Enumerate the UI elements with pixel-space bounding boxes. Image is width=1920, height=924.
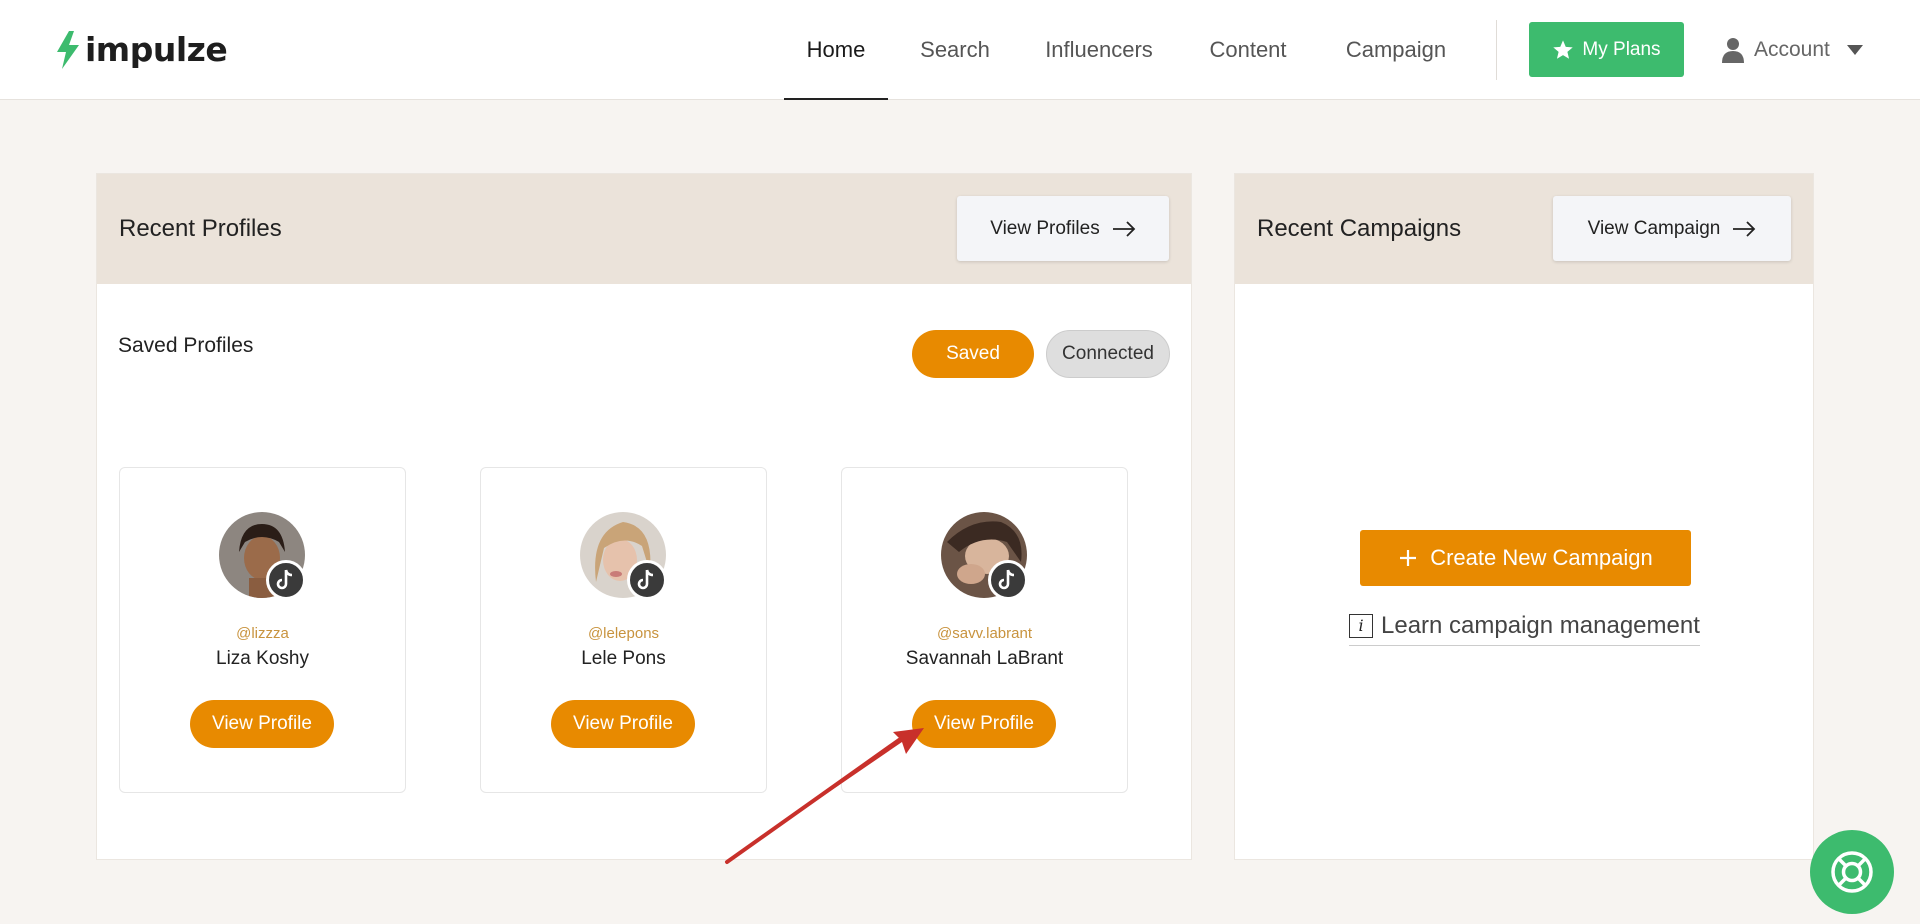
help-lifebuoy-button[interactable] [1810, 830, 1894, 914]
profile-handle: @lelepons [587, 625, 660, 642]
user-icon [1722, 38, 1744, 63]
profile-handle: @lizzza [236, 625, 289, 642]
tiktok-icon [627, 560, 667, 600]
brand-name: impulze [85, 30, 228, 69]
profile-card: @savv.labrant Savannah LaBrant View Prof… [841, 467, 1128, 793]
nav-influencers[interactable]: Influencers [1034, 0, 1164, 100]
learn-campaign-management-label: Learn campaign management [1381, 611, 1700, 639]
info-icon: i [1349, 613, 1373, 638]
profile-name: Lele Pons [581, 648, 666, 669]
star-icon [1553, 39, 1574, 59]
arrow-right-icon [1112, 220, 1136, 237]
view-campaign-label: View Campaign [1587, 217, 1721, 239]
lightning-bolt-icon [57, 30, 79, 69]
create-new-campaign-button[interactable]: Create New Campaign [1360, 530, 1691, 586]
view-campaign-button[interactable]: View Campaign [1553, 196, 1791, 261]
my-plans-button[interactable]: My Plans [1529, 22, 1684, 77]
nav-search[interactable]: Search [906, 0, 1004, 100]
recent-campaigns-panel: Recent Campaigns View Campaign Create Ne… [1234, 173, 1814, 860]
recent-campaigns-title: Recent Campaigns [1257, 215, 1462, 242]
tiktok-icon [988, 560, 1028, 600]
create-new-campaign-label: Create New Campaign [1430, 545, 1653, 570]
profile-card: @lelepons Lele Pons View Profile [480, 467, 767, 793]
view-profile-button[interactable]: View Profile [912, 700, 1056, 748]
plus-icon [1400, 550, 1417, 566]
profile-name: Savannah LaBrant [905, 648, 1064, 669]
connected-filter-button[interactable]: Connected [1046, 330, 1170, 378]
tiktok-icon [266, 560, 306, 600]
nav-home[interactable]: Home [784, 0, 888, 100]
account-label: Account [1754, 38, 1830, 61]
caret-down-icon [1846, 45, 1863, 55]
lifebuoy-icon [1831, 851, 1873, 893]
profile-card: @lizzza Liza Koshy View Profile [119, 467, 406, 793]
saved-filter-button[interactable]: Saved [912, 330, 1034, 378]
recent-profiles-title: Recent Profiles [119, 215, 282, 242]
nav-content[interactable]: Content [1196, 0, 1300, 100]
impulze-logo[interactable]: impulze [55, 30, 228, 69]
profile-handle: @savv.labrant [937, 625, 1032, 642]
nav-campaign[interactable]: Campaign [1334, 0, 1458, 100]
view-profiles-label: View Profiles [990, 217, 1100, 239]
view-profile-button[interactable]: View Profile [190, 700, 334, 748]
arrow-right-icon [1733, 220, 1756, 237]
profile-name: Liza Koshy [216, 648, 309, 669]
recent-profiles-panel: Recent Profiles View Profiles Saved Prof… [96, 173, 1192, 860]
recent-profiles-header: Recent Profiles View Profiles [97, 174, 1191, 284]
view-profile-button[interactable]: View Profile [551, 700, 695, 748]
nav-divider [1496, 20, 1497, 80]
view-profiles-button[interactable]: View Profiles [957, 196, 1169, 261]
learn-campaign-management-link[interactable]: i Learn campaign management [1349, 610, 1700, 646]
recent-campaigns-header: Recent Campaigns View Campaign [1235, 174, 1813, 284]
saved-profiles-title: Saved Profiles [118, 334, 254, 357]
top-navigation-bar: impulze Home Search Influencers Content … [0, 0, 1920, 100]
my-plans-label: My Plans [1582, 38, 1661, 60]
account-menu[interactable]: Account [1722, 30, 1864, 70]
